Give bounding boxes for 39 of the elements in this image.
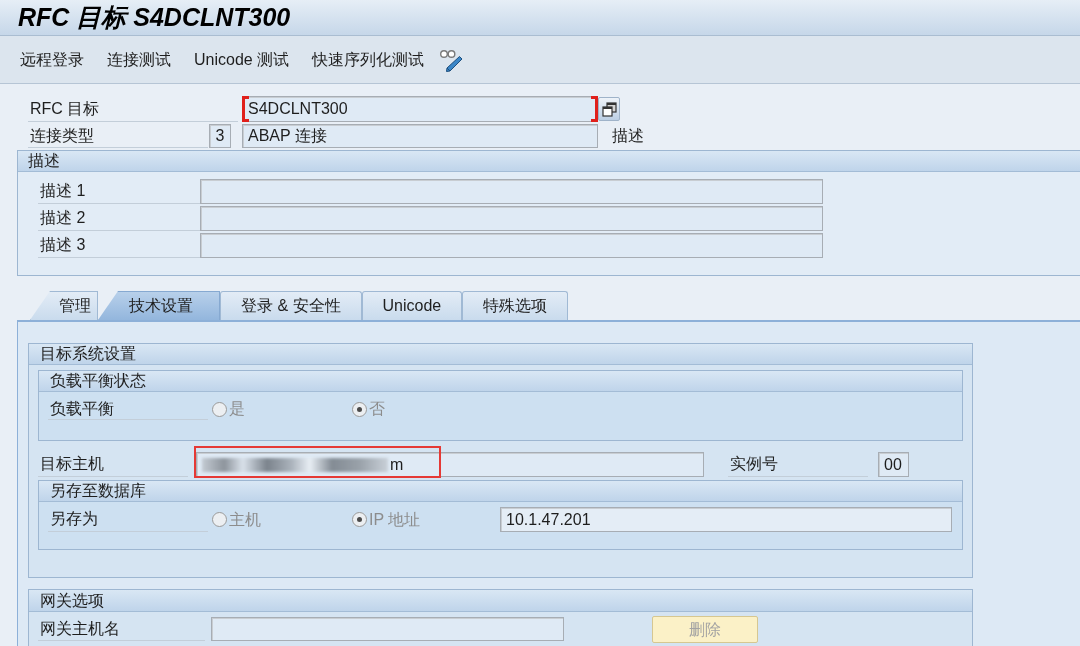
- radio-label: 是: [229, 399, 245, 419]
- input-field[interactable]: S4DCLNT300: [242, 96, 598, 122]
- overlapping-squares-icon: [601, 101, 617, 117]
- input-field[interactable]: 00: [878, 452, 909, 477]
- field-label: 另存为: [48, 507, 208, 532]
- toolbar-button[interactable]: 连接测试: [107, 47, 171, 72]
- field-label: 网关主机名: [38, 617, 205, 641]
- tab[interactable]: 特殊选项: [462, 291, 569, 320]
- field-label: 负载平衡: [48, 398, 208, 420]
- input-field[interactable]: [200, 206, 823, 231]
- tab[interactable]: 登录 & 安全性: [220, 291, 362, 320]
- field-label: 目标主机: [38, 452, 188, 477]
- input-field[interactable]: [211, 617, 564, 641]
- glasses-pencil-icon[interactable]: [439, 47, 464, 72]
- radio-label: 主机: [229, 509, 261, 530]
- section-header: 网关选项: [29, 590, 972, 612]
- radio-label: IP 地址: [369, 509, 421, 530]
- section-header: 负载平衡状态: [39, 371, 962, 392]
- toolbar-button[interactable]: Unicode 测试: [194, 47, 290, 72]
- window-title: RFC 目标 S4DCLNT300: [18, 5, 291, 30]
- tab[interactable]: Unicode: [361, 291, 463, 320]
- section-header: 另存至数据库: [39, 481, 962, 502]
- copy-button[interactable]: [598, 97, 620, 121]
- field-label: 实例号: [728, 452, 868, 477]
- radio-label: 否: [369, 399, 385, 419]
- field-label: 描述: [612, 126, 644, 146]
- tab[interactable]: 技术设置: [98, 291, 220, 320]
- tab[interactable]: 管理: [30, 291, 98, 320]
- input-field[interactable]: [200, 233, 823, 258]
- toolbar-button[interactable]: 远程登录: [20, 47, 84, 72]
- section-header: 目标系统设置: [29, 344, 972, 365]
- input-field[interactable]: [200, 179, 823, 204]
- input-field[interactable]: m: [196, 452, 704, 477]
- input-field[interactable]: ABAP 连接: [242, 124, 598, 148]
- section-header: 描述: [18, 151, 1080, 172]
- field-label: RFC 目标: [28, 96, 238, 122]
- toolbar-button[interactable]: 快速序列化测试: [312, 47, 425, 72]
- field-label: 连接类型: [28, 124, 208, 148]
- input-field[interactable]: 3: [209, 124, 231, 148]
